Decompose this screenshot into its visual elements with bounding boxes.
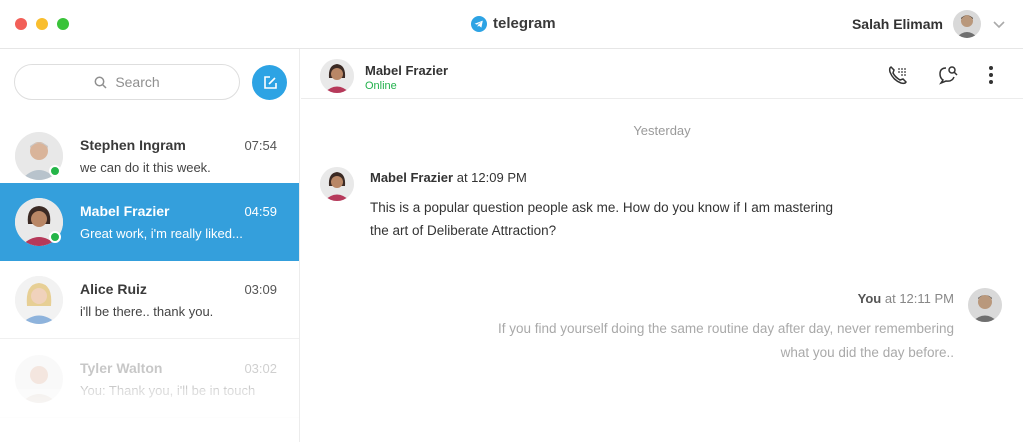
maximize-window-button[interactable] (57, 18, 69, 30)
account-name: Salah Elimam (851, 16, 943, 32)
online-indicator (49, 165, 61, 177)
contact-name: Mabel Frazier (365, 63, 449, 78)
app-title: telegram (471, 15, 556, 32)
conversation-header: Mabel Frazier Online (301, 49, 1023, 99)
own-avatar (968, 288, 1002, 322)
account-menu[interactable]: Salah Elimam (852, 10, 1007, 38)
message-line: what you did the day before.. (780, 345, 954, 360)
chat-preview: You: Thank you, i'll be in touch (80, 383, 256, 398)
chat-time: 03:02 (244, 361, 277, 376)
chat-preview: Great work, i'm really liked... (80, 226, 243, 241)
phone-icon (888, 66, 907, 85)
more-vertical-icon (989, 66, 993, 84)
chat-name: Tyler Walton (80, 360, 163, 376)
close-window-button[interactable] (15, 18, 27, 30)
message-sender: Mabel Frazier (370, 170, 454, 185)
app-name: telegram (493, 15, 556, 32)
message-time: at 12:11 PM (884, 291, 954, 306)
chat-name: Alice Ruiz (80, 281, 147, 297)
chat-preview: we can do it this week. (80, 160, 211, 175)
contact-avatar[interactable] (320, 59, 354, 93)
search-placeholder: Search (115, 74, 160, 90)
message-sender: You (857, 291, 882, 306)
avatar (15, 355, 63, 403)
message-text: If you find yourself doing the same rout… (434, 317, 954, 365)
chevron-down-icon[interactable] (991, 16, 1007, 32)
day-separator: Yesterday (633, 123, 691, 138)
window-controls (15, 18, 69, 30)
compose-icon (263, 75, 277, 89)
message-meta: Mabel Frazier at 12:09 PM (370, 170, 527, 185)
chat-search-icon (939, 66, 958, 85)
message-line: If you find yourself doing the same rout… (498, 321, 954, 336)
chat-time: 04:59 (244, 204, 277, 219)
message-line: This is a popular question people ask me… (370, 200, 833, 215)
message-text: This is a popular question people ask me… (370, 196, 890, 242)
chat-name: Mabel Frazier (80, 203, 170, 219)
chat-preview: i'll be there.. thank you. (80, 304, 214, 319)
search-input[interactable]: Search (14, 64, 240, 100)
chat-list-item-active[interactable]: Mabel Frazier 04:59 Great work, i'm real… (0, 183, 299, 261)
search-icon (94, 76, 107, 89)
avatar (15, 276, 63, 324)
conversation-panel: Mabel Frazier Online Yesterday Mabel Fra… (301, 49, 1023, 442)
chat-name: Stephen Ingram (80, 137, 186, 153)
call-button[interactable] (887, 64, 909, 86)
online-indicator (49, 231, 61, 243)
message-line: the art of Deliberate Attraction? (370, 223, 557, 238)
message-time: at 12:09 PM (456, 170, 527, 185)
title-bar: telegram Salah Elimam (0, 0, 1023, 49)
minimize-window-button[interactable] (36, 18, 48, 30)
message-meta: You at 12:11 PM (858, 291, 954, 306)
chat-time: 03:09 (244, 282, 277, 297)
more-options-button[interactable] (980, 64, 1002, 86)
chat-list-item[interactable]: Alice Ruiz 03:09 i'll be there.. thank y… (0, 261, 299, 339)
telegram-logo-icon (471, 15, 487, 32)
sender-avatar (320, 167, 354, 201)
chat-time: 07:54 (244, 138, 277, 153)
chat-list-sidebar: Search Stephen Ingram 07:54 we can do it… (0, 49, 300, 442)
search-in-chat-button[interactable] (937, 64, 959, 86)
contact-status: Online (365, 80, 397, 92)
account-avatar[interactable] (953, 10, 981, 38)
chat-list-item[interactable]: Tyler Walton 03:02 You: Thank you, i'll … (0, 340, 299, 418)
compose-button[interactable] (252, 65, 287, 100)
